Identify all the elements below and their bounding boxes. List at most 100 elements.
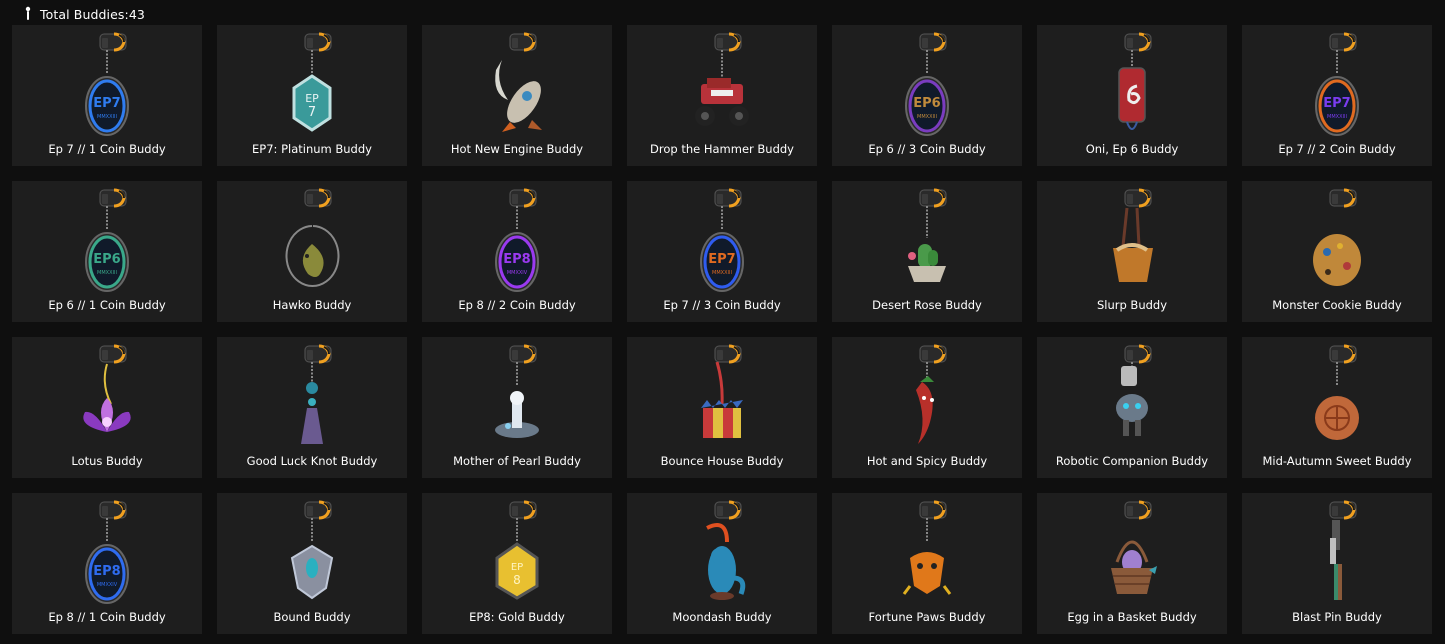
can-buddy-icon [1118, 32, 1152, 130]
buddy-name: Moondash Buddy [672, 610, 772, 624]
svg-text:MMXXIV: MMXXIV [97, 582, 118, 588]
svg-text:EP7: EP7 [1323, 96, 1350, 111]
buddy-grid: EP7 MMXXIII Ep 7 // 1 Coin Buddy EP 7 EP7:… [12, 25, 1432, 634]
svg-text:8: 8 [513, 573, 521, 587]
buddy-name: Hot and Spicy Buddy [866, 454, 988, 468]
buddy-name: EP7: Platinum Buddy [252, 142, 372, 156]
house-buddy-icon [701, 344, 743, 438]
buddy-card[interactable]: Monster Cookie Buddy [1242, 181, 1432, 322]
coin-buddy-icon: EP7 MMXXIII [85, 32, 129, 136]
buddy-name: Mother of Pearl Buddy [453, 454, 581, 468]
truck-buddy-icon [695, 32, 749, 126]
buddy-name: Egg in a Basket Buddy [1067, 610, 1197, 624]
svg-text:EP7: EP7 [708, 252, 735, 267]
pearl-buddy-icon [495, 344, 539, 438]
buddy-card[interactable]: EP7 MMXXIII Ep 7 // 3 Coin Buddy [627, 181, 817, 322]
buddy-name: Ep 6 // 1 Coin Buddy [48, 298, 166, 312]
basket-buddy-icon [1111, 500, 1157, 594]
bound-buddy-icon [290, 500, 334, 600]
buddy-card[interactable]: Bound Buddy [217, 493, 407, 634]
buddy-name: Ep 7 // 2 Coin Buddy [1278, 142, 1396, 156]
coin-buddy-icon: EP6 MMXXIII [905, 32, 949, 136]
gold-buddy-icon: EP 8 [495, 500, 539, 600]
buddy-card[interactable]: Good Luck Knot Buddy [217, 337, 407, 478]
moondash-buddy-icon [706, 500, 746, 600]
buddy-card[interactable]: Hot New Engine Buddy [422, 25, 612, 166]
buddy-card[interactable]: EP6 MMXXIII Ep 6 // 3 Coin Buddy [832, 25, 1022, 166]
svg-text:7: 7 [308, 105, 316, 120]
buddy-card[interactable]: Robotic Companion Buddy [1037, 337, 1227, 478]
total-buddies-count: Total Buddies:43 [40, 6, 145, 22]
svg-text:EP: EP [305, 92, 319, 105]
buddy-name: Robotic Companion Buddy [1055, 454, 1209, 468]
buddy-card[interactable]: Slurp Buddy [1037, 181, 1227, 322]
svg-text:EP8: EP8 [503, 252, 530, 267]
buddy-name: Bound Buddy [273, 610, 351, 624]
robot-buddy-icon [1116, 344, 1152, 436]
buddy-name: Good Luck Knot Buddy [246, 454, 378, 468]
buddy-card[interactable]: Hawko Buddy [217, 181, 407, 322]
svg-text:EP: EP [511, 562, 523, 573]
buddy-name: Ep 8 // 1 Coin Buddy [48, 610, 166, 624]
buddy-name: Bounce House Buddy [660, 454, 784, 468]
tassel-buddy-icon [301, 344, 332, 444]
paws-buddy-icon [902, 500, 952, 595]
coin-buddy-icon: EP8 MMXXIV [85, 500, 129, 604]
buddy-card[interactable]: Egg in a Basket Buddy [1037, 493, 1227, 634]
buddy-name: Hawko Buddy [272, 298, 352, 312]
buddy-card[interactable]: EP8 MMXXIV Ep 8 // 2 Coin Buddy [422, 181, 612, 322]
buddy-card[interactable]: Bounce House Buddy [627, 337, 817, 478]
buddy-card[interactable]: EP 8 EP8: Gold Buddy [422, 493, 612, 634]
buddy-name: Fortune Paws Buddy [868, 610, 986, 624]
buddy-card[interactable]: Hot and Spicy Buddy [832, 337, 1022, 478]
total-buddies-header: Total Buddies:43 [22, 5, 145, 23]
svg-text:EP6: EP6 [913, 96, 940, 111]
buddy-name: Ep 8 // 2 Coin Buddy [458, 298, 576, 312]
svg-text:EP7: EP7 [93, 96, 120, 111]
buddy-card[interactable]: EP7 MMXXIII Ep 7 // 2 Coin Buddy [1242, 25, 1432, 166]
noodle-buddy-icon [1113, 188, 1153, 282]
buddy-card[interactable]: Blast Pin Buddy [1242, 493, 1432, 634]
mooncake-buddy-icon [1315, 344, 1359, 440]
buddy-name: Mid-Autumn Sweet Buddy [1262, 454, 1412, 468]
svg-text:MMXXIV: MMXXIV [507, 270, 528, 276]
coin-buddy-icon: EP7 MMXXIII [1315, 32, 1359, 136]
cactus-buddy-icon [908, 188, 947, 282]
buddy-card[interactable]: Oni, Ep 6 Buddy [1037, 25, 1227, 166]
hawk-buddy-icon [285, 188, 340, 287]
buddy-card[interactable]: Mother of Pearl Buddy [422, 337, 612, 478]
buddy-card[interactable]: Fortune Paws Buddy [832, 493, 1022, 634]
rocket-buddy-icon [495, 32, 542, 132]
svg-text:MMXXIII: MMXXIII [97, 114, 117, 120]
coin-buddy-icon: EP8 MMXXIV [495, 188, 539, 292]
buddy-name: Blast Pin Buddy [1292, 610, 1382, 624]
svg-text:MMXXIII: MMXXIII [97, 270, 117, 276]
buddy-card[interactable]: EP8 MMXXIV Ep 8 // 1 Coin Buddy [12, 493, 202, 634]
lotus-buddy-icon [83, 344, 131, 432]
buddy-name: Monster Cookie Buddy [1272, 298, 1402, 312]
buddy-card[interactable]: Drop the Hammer Buddy [627, 25, 817, 166]
buddy-name: Lotus Buddy [71, 454, 143, 468]
buddy-name: Desert Rose Buddy [872, 298, 982, 312]
coin-buddy-icon: EP6 MMXXIII [85, 188, 129, 292]
blastpin-buddy-icon [1329, 500, 1357, 600]
buddy-card[interactable]: Desert Rose Buddy [832, 181, 1022, 322]
buddy-name: Slurp Buddy [1096, 298, 1168, 312]
buddy-card[interactable]: EP7 MMXXIII Ep 7 // 1 Coin Buddy [12, 25, 202, 166]
buddy-card[interactable]: Lotus Buddy [12, 337, 202, 478]
buddy-charm-icon [25, 6, 31, 20]
buddy-card[interactable]: EP6 MMXXIII Ep 6 // 1 Coin Buddy [12, 181, 202, 322]
svg-text:MMXXIII: MMXXIII [917, 114, 937, 120]
buddy-name: Hot New Engine Buddy [450, 142, 584, 156]
buddy-name: Ep 7 // 3 Coin Buddy [663, 298, 781, 312]
svg-text:MMXXIII: MMXXIII [712, 270, 732, 276]
buddy-card[interactable]: Moondash Buddy [627, 493, 817, 634]
plate-buddy-icon: EP 7 [292, 32, 332, 132]
svg-text:EP6: EP6 [93, 252, 120, 267]
svg-text:MMXXIII: MMXXIII [1327, 114, 1347, 120]
buddy-card[interactable]: Mid-Autumn Sweet Buddy [1242, 337, 1432, 478]
pepper-buddy-icon [916, 344, 947, 444]
buddy-card[interactable]: EP 7 EP7: Platinum Buddy [217, 25, 407, 166]
buddy-name: Ep 6 // 3 Coin Buddy [868, 142, 986, 156]
buddy-name: Ep 7 // 1 Coin Buddy [48, 142, 166, 156]
